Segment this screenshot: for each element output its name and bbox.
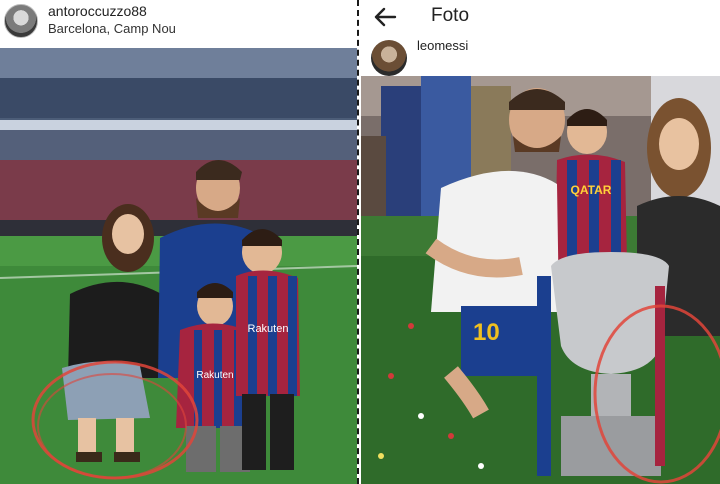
left-post: antoroccuzzo88 Barcelona, Camp Nou Rakut… (0, 0, 357, 484)
app-bar: Foto (361, 0, 720, 36)
author-username[interactable]: leomessi (417, 38, 468, 53)
post-photo-family-stadium[interactable]: Rakuten Rakuten (0, 48, 357, 484)
location-tag[interactable]: Barcelona, Camp Nou (48, 21, 176, 36)
player-number-text: 10 (473, 319, 500, 346)
username[interactable]: antoroccuzzo88 (48, 3, 147, 19)
author-row: leomessi (361, 36, 720, 76)
post-photo-trophy-celebration[interactable]: QATAR 10 (361, 76, 720, 484)
arrow-left-icon[interactable] (371, 4, 399, 30)
jersey-sponsor-text: Rakuten (196, 370, 233, 381)
avatar-icon[interactable] (4, 4, 38, 38)
page-title: Foto (431, 5, 470, 26)
post-header: antoroccuzzo88 Barcelona, Camp Nou (0, 0, 357, 48)
jersey-sponsor-text: QATAR (571, 183, 612, 197)
avatar-icon[interactable] (371, 40, 407, 76)
jersey-sponsor-text: Rakuten (248, 323, 289, 335)
right-post: Foto leomessi QATAR 10 (361, 0, 720, 484)
